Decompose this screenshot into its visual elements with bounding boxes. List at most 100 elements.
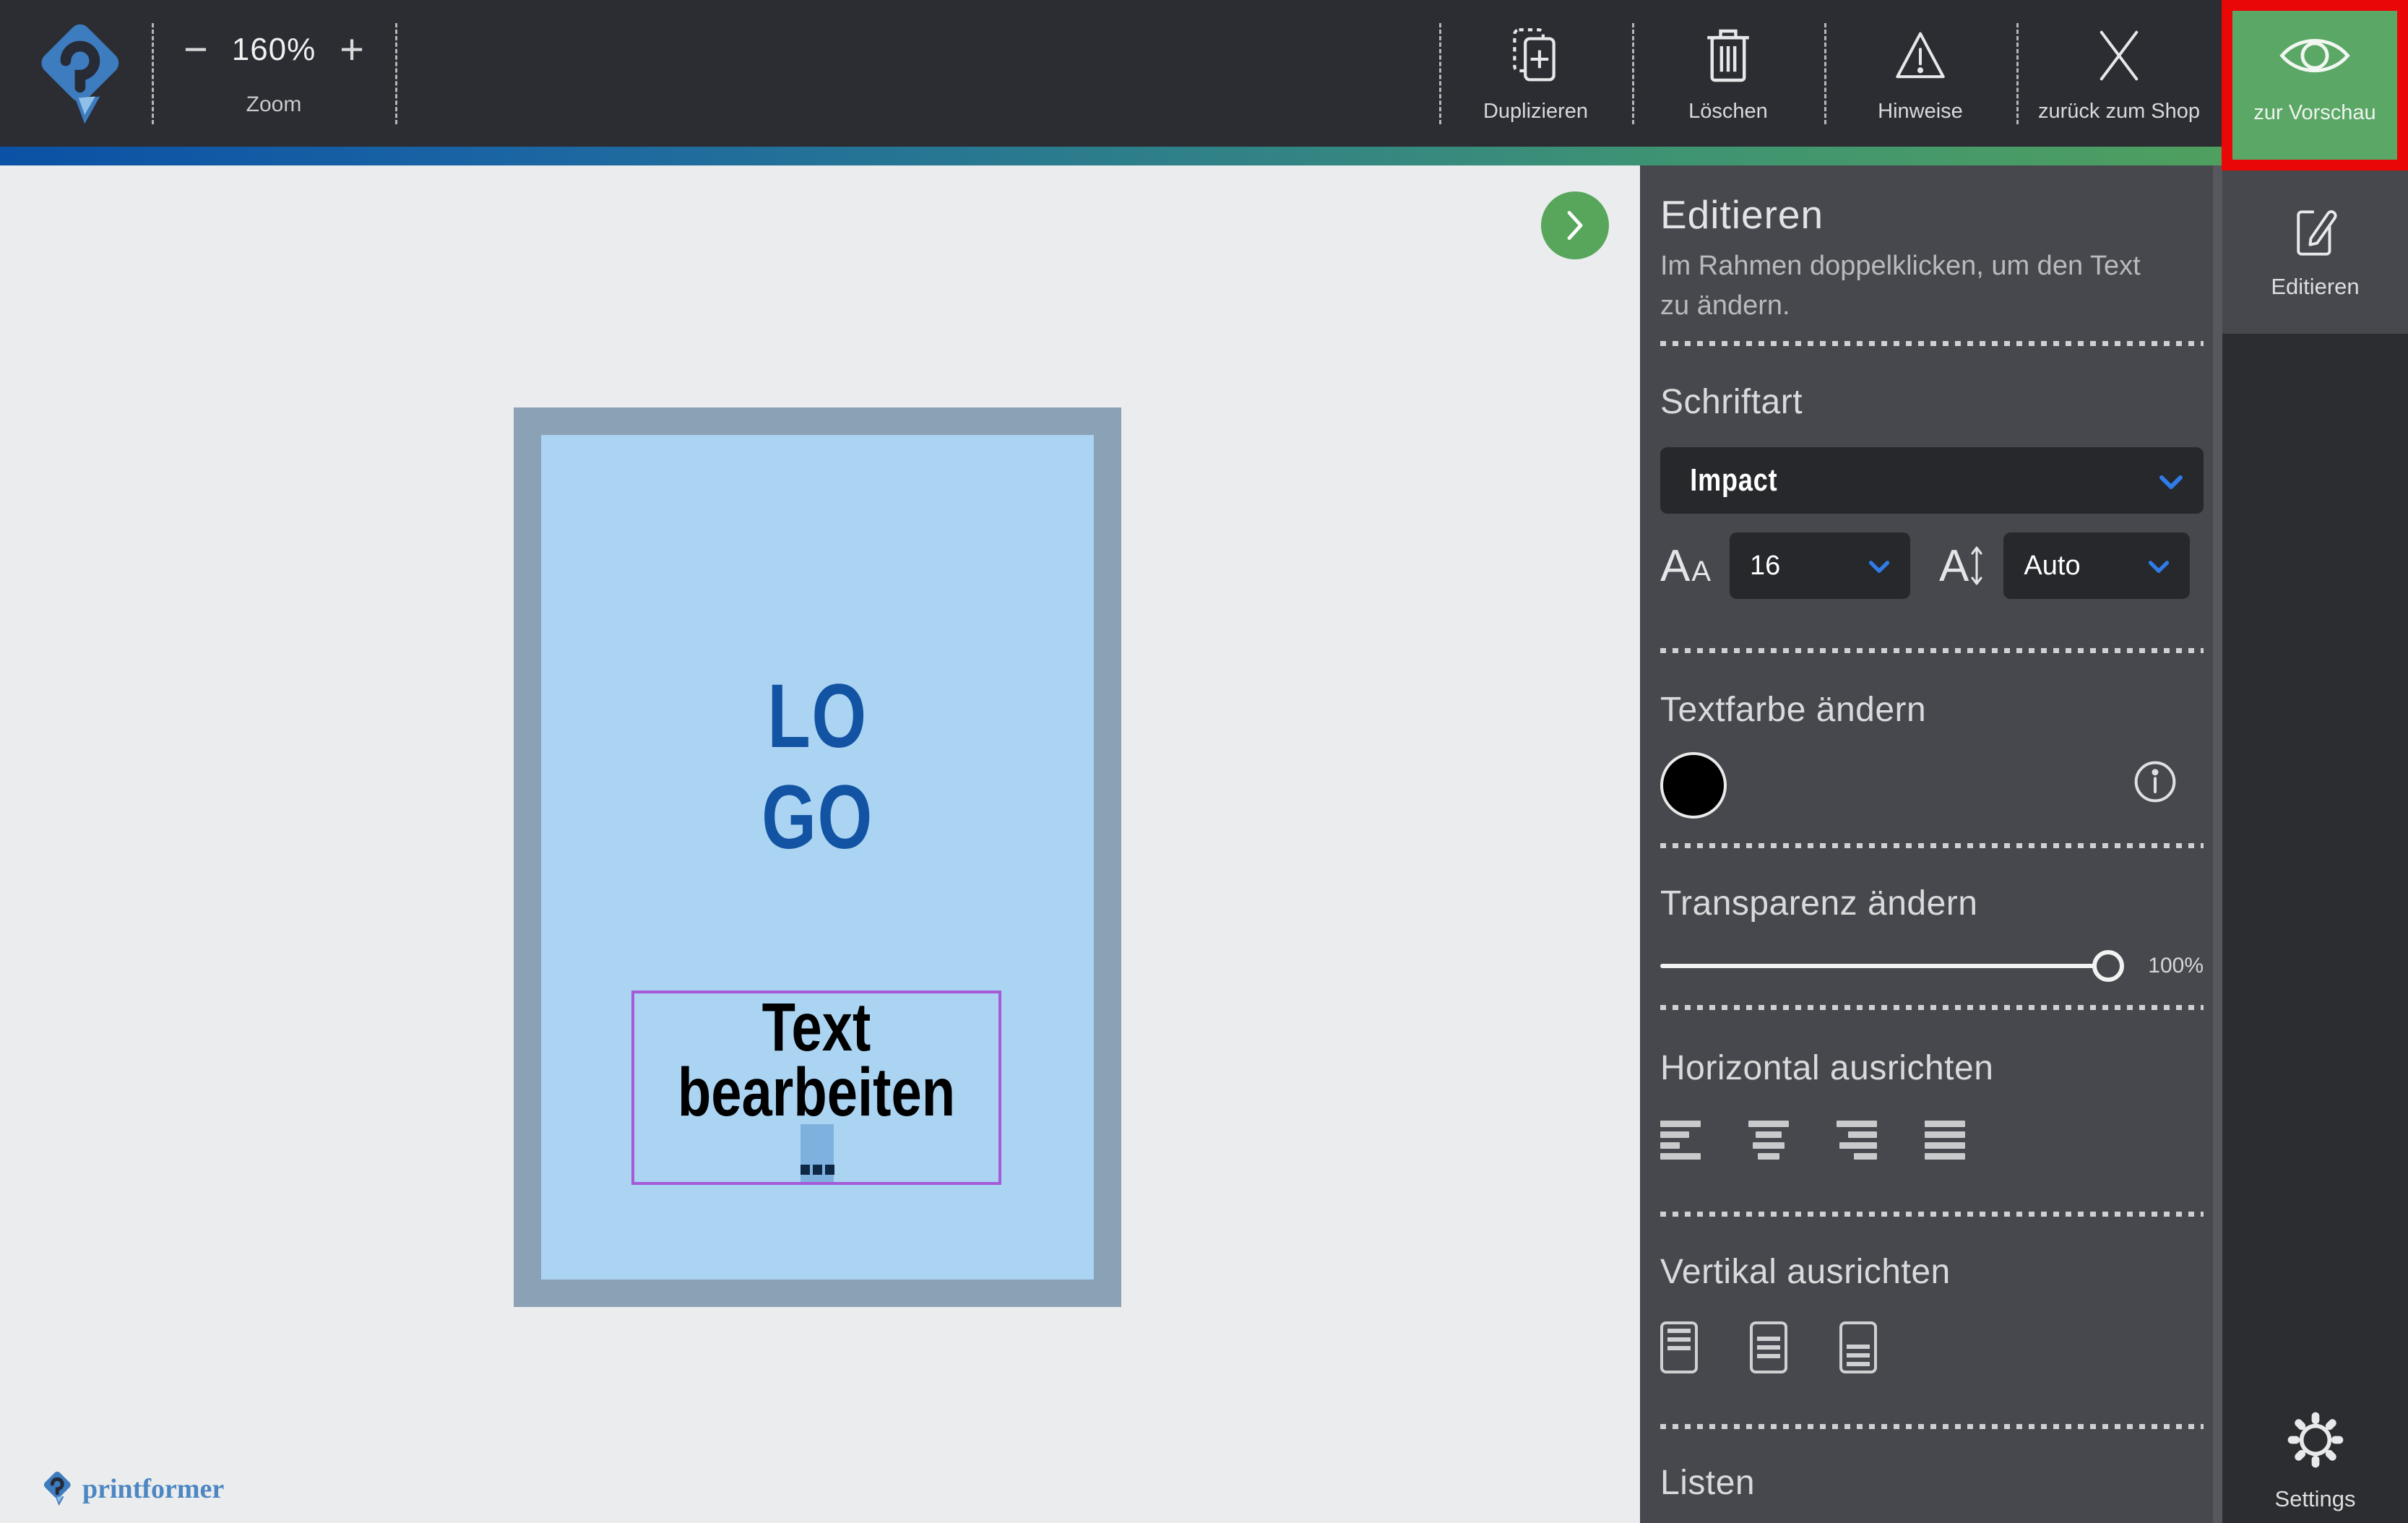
text-overflow-marker[interactable] — [800, 1124, 834, 1182]
line-height-value: Auto — [2024, 551, 2080, 582]
align-right-button[interactable] — [1837, 1121, 1877, 1160]
font-section-heading: Schriftart — [1660, 382, 2204, 422]
valign-top-button[interactable] — [1660, 1321, 1698, 1373]
font-size-icon: A A — [1660, 540, 1711, 592]
delete-button[interactable]: Löschen — [1632, 0, 1824, 147]
design-canvas: LO GO Text bearbeiten printformer — [0, 165, 1640, 1523]
text-line1: Text — [670, 995, 962, 1060]
section-divider — [1660, 341, 2204, 346]
transparency-row: 100% — [1660, 950, 2204, 982]
duplicate-icon — [1509, 25, 1563, 87]
valign-top-icon — [1660, 1321, 1698, 1373]
gear-icon — [2284, 1409, 2347, 1473]
accent-gradient-bar — [0, 147, 2222, 165]
valign-middle-icon — [1750, 1321, 1787, 1373]
panel-scrollbar[interactable] — [2213, 165, 2222, 1523]
section-divider — [1660, 1212, 2204, 1217]
settings-label: Settings — [2274, 1486, 2355, 1512]
line-height-icon: A — [1939, 540, 1985, 592]
text-color-heading: Textfarbe ändern — [1660, 690, 2204, 730]
chevron-right-icon — [1561, 208, 1589, 243]
hints-label: Hinweise — [1878, 100, 1963, 124]
valign-heading: Vertikal ausrichten — [1660, 1252, 2204, 1292]
tab-editieren-label: Editieren — [2271, 274, 2359, 300]
logo-line2: GO — [602, 767, 1033, 868]
editor-window: − 160% + Zoom Duplizieren — [0, 0, 2408, 1523]
slider-track[interactable] — [1660, 964, 2115, 968]
halign-heading: Horizontal ausrichten — [1660, 1048, 2204, 1088]
trash-icon — [1704, 25, 1753, 87]
selected-text-frame[interactable]: Text bearbeiten — [631, 991, 1001, 1185]
printformer-diamond-icon — [42, 1470, 74, 1508]
text-color-swatch[interactable] — [1660, 752, 1727, 819]
printformer-brandmark[interactable]: printformer — [42, 1470, 224, 1508]
edit-icon — [2290, 199, 2341, 259]
logo-line1: LO — [602, 666, 1033, 767]
align-right-icon — [1837, 1121, 1877, 1160]
transparency-slider[interactable] — [1660, 950, 2115, 982]
chevron-down-icon — [1868, 551, 1890, 582]
duplicate-button[interactable]: Duplizieren — [1439, 0, 1632, 147]
toolbar-divider — [152, 23, 154, 124]
zoom-out-button[interactable]: − — [179, 29, 212, 71]
preview-highlight-annotation: zur Vorschau — [2222, 0, 2408, 171]
design-page: LO GO Text bearbeiten — [514, 407, 1121, 1307]
back-to-shop-label: zurück zum Shop — [2038, 100, 2200, 124]
section-divider — [1660, 648, 2204, 653]
lists-heading: Listen — [1660, 1463, 2204, 1503]
delete-label: Löschen — [1688, 100, 1768, 124]
preview-button[interactable]: zur Vorschau — [2232, 11, 2397, 160]
zoom-label: Zoom — [179, 92, 368, 117]
valign-row — [1660, 1321, 2204, 1373]
valign-bottom-button[interactable] — [1839, 1321, 1877, 1373]
transparency-value: 100% — [2148, 954, 2204, 978]
zoom-in-button[interactable]: + — [335, 29, 368, 71]
printformer-wordmark: printformer — [82, 1473, 224, 1505]
align-justify-button[interactable] — [1925, 1121, 1965, 1160]
font-size-row: A A 16 A Auto — [1660, 532, 2204, 599]
preview-label: zur Vorschau — [2253, 101, 2375, 125]
align-justify-icon — [1925, 1121, 1965, 1160]
align-left-icon — [1660, 1121, 1701, 1160]
tab-editieren[interactable]: Editieren — [2222, 165, 2408, 334]
panel-title: Editieren — [1660, 191, 2204, 238]
panel-description: Im Rahmen doppelklicken, um den Text zu … — [1660, 246, 2173, 326]
section-divider — [1660, 843, 2204, 848]
tool-sidebar: Editieren Settings — [2222, 165, 2408, 1523]
top-toolbar: − 160% + Zoom Duplizieren — [0, 0, 2408, 147]
valign-bottom-icon — [1839, 1321, 1877, 1373]
next-page-button[interactable] — [1541, 191, 1609, 259]
hints-button[interactable]: Hinweise — [1824, 0, 2016, 147]
chevron-down-icon — [2159, 462, 2183, 499]
toolbar-divider — [395, 23, 397, 124]
close-icon — [2094, 25, 2144, 87]
line-height-select[interactable]: Auto — [2003, 532, 2190, 599]
duplicate-label: Duplizieren — [1483, 100, 1588, 124]
zoom-value: 160% — [232, 32, 316, 68]
section-divider — [1660, 1005, 2204, 1010]
info-icon[interactable] — [2133, 759, 2178, 808]
transparency-heading: Transparenz ändern — [1660, 884, 2204, 923]
align-center-button[interactable] — [1748, 1121, 1789, 1160]
slider-knob[interactable] — [2092, 950, 2124, 982]
align-center-icon — [1748, 1121, 1789, 1160]
edit-panel: Editieren Im Rahmen doppelklicken, um de… — [1640, 165, 2222, 1523]
logo-placeholder[interactable]: LO GO — [602, 666, 1033, 868]
printformer-logo-icon[interactable] — [38, 20, 126, 134]
font-size-value: 16 — [1750, 551, 1780, 582]
align-left-button[interactable] — [1660, 1121, 1701, 1160]
ellipsis-icon — [800, 1165, 834, 1175]
font-family-select[interactable]: Impact — [1660, 447, 2204, 514]
zoom-controls: − 160% + — [179, 29, 368, 71]
settings-button[interactable]: Settings — [2222, 1408, 2408, 1513]
valign-middle-button[interactable] — [1750, 1321, 1787, 1373]
font-size-select[interactable]: 16 — [1730, 532, 1910, 599]
editable-text[interactable]: Text bearbeiten — [670, 995, 962, 1126]
back-to-shop-button[interactable]: zurück zum Shop — [2016, 0, 2222, 147]
warning-icon — [1893, 25, 1948, 87]
chevron-down-icon — [2148, 551, 2170, 582]
halign-row — [1660, 1121, 2204, 1160]
eye-icon — [2277, 31, 2352, 82]
text-line2: bearbeiten — [670, 1060, 962, 1125]
section-divider — [1660, 1424, 2204, 1429]
